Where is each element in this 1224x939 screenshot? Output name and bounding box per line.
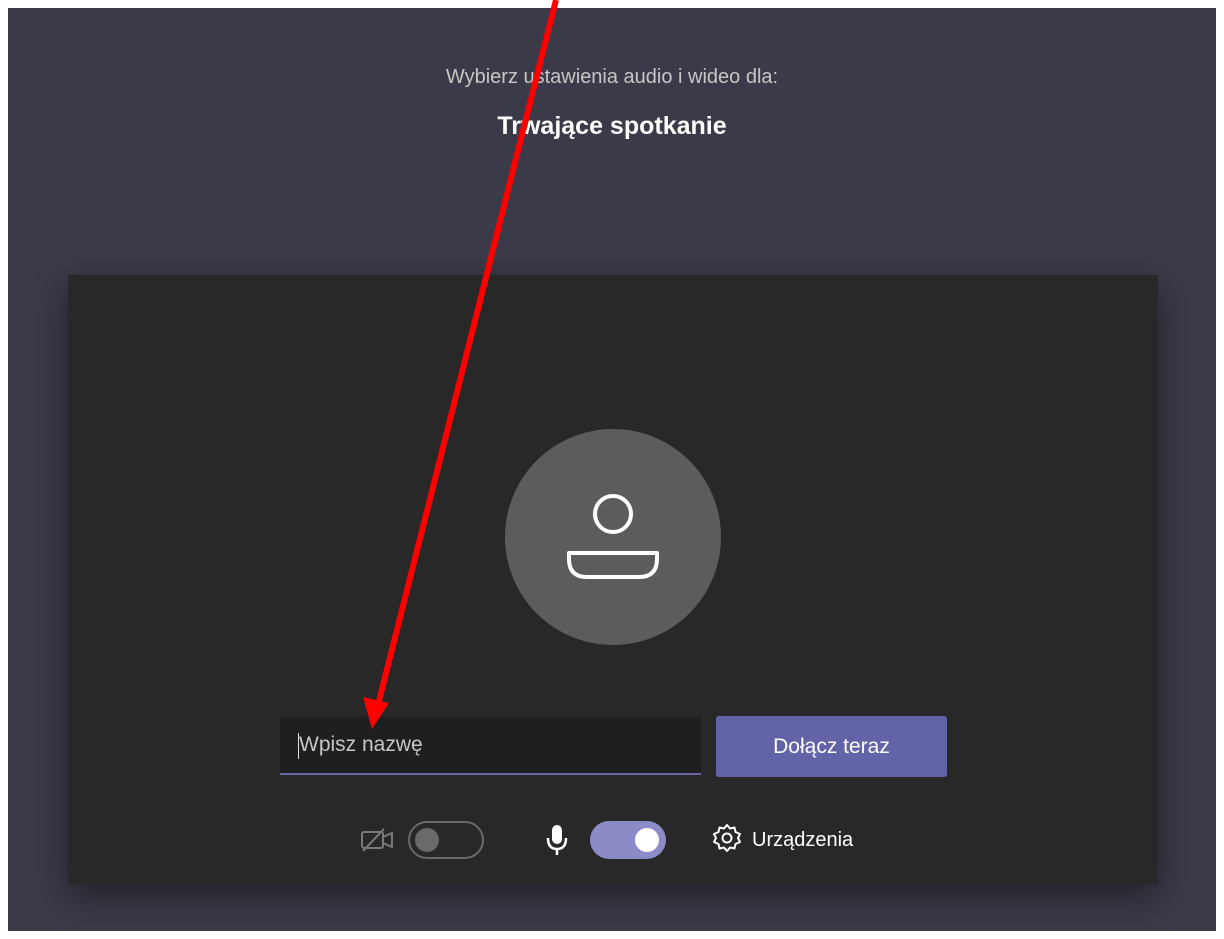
- gear-icon: [712, 823, 742, 858]
- name-field[interactable]: [280, 717, 701, 775]
- camera-off-icon[interactable]: [360, 827, 396, 858]
- microphone-toggle[interactable]: [590, 821, 666, 859]
- camera-toggle[interactable]: [408, 821, 484, 859]
- join-now-button[interactable]: Dołącz teraz: [716, 716, 947, 777]
- devices-label: Urządzenia: [752, 828, 854, 851]
- avatar: [505, 429, 721, 645]
- devices-button[interactable]: Urządzenia: [712, 823, 853, 857]
- microphone-toggle-knob: [635, 828, 659, 852]
- camera-toggle-knob: [415, 828, 439, 852]
- name-input[interactable]: [280, 717, 701, 773]
- person-icon: [567, 494, 659, 579]
- av-controls: Urządzenia: [68, 815, 1158, 865]
- video-preview-panel: Dołącz teraz: [68, 275, 1158, 884]
- text-caret: [298, 733, 299, 759]
- prompt-text: Wybierz ustawienia audio i wideo dla:: [445, 66, 779, 88]
- meeting-prejoin-screen: Wybierz ustawienia audio i wideo dla: Tr…: [8, 8, 1216, 931]
- microphone-icon[interactable]: [546, 824, 568, 861]
- meeting-title: Trwające spotkanie: [497, 112, 727, 140]
